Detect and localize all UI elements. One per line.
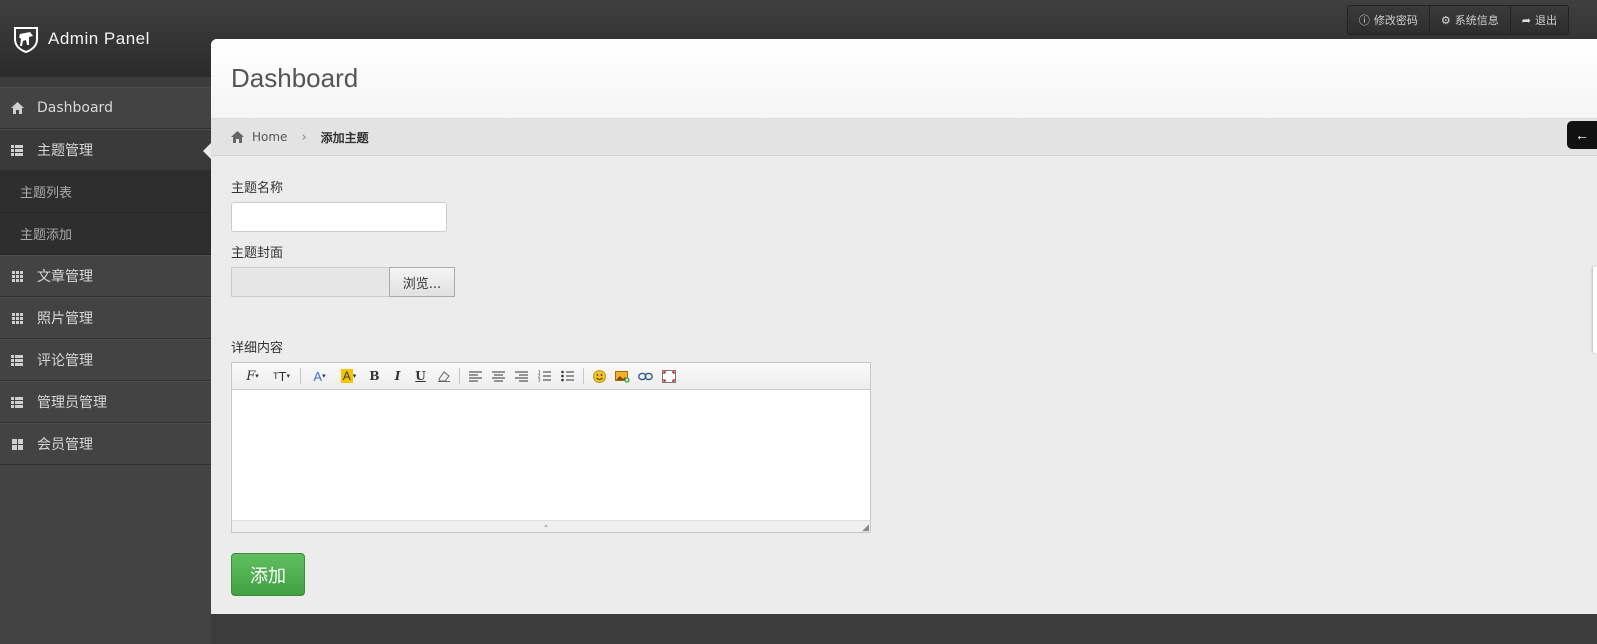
sidebar-subitem-topic-add[interactable]: 主题添加: [0, 213, 211, 255]
large-grid-icon: [10, 438, 24, 450]
breadcrumb-home-link[interactable]: Home: [252, 130, 287, 144]
resize-grip-icon[interactable]: ⩡: [544, 523, 548, 530]
sidebar-item-dashboard[interactable]: Dashboard: [0, 87, 211, 129]
bold-icon[interactable]: B: [363, 366, 386, 386]
topic-cover-file-input[interactable]: 浏览...: [231, 267, 871, 297]
underline-icon[interactable]: U: [409, 366, 432, 386]
link-icon[interactable]: [634, 366, 657, 386]
toolbar-divider: [459, 368, 460, 384]
svg-text:3: 3: [538, 378, 541, 383]
list-icon: [10, 144, 24, 156]
font-family-icon[interactable]: F ▾: [238, 366, 267, 386]
sidebar-subitem-label: 主题添加: [20, 228, 73, 243]
gear-icon: ⚙: [1440, 13, 1451, 27]
chevron-right-icon: ›: [301, 129, 307, 145]
rich-text-editor: F ▾ T T ▾ A ▾ A ▾ B I U 1 2 3 ⩡ ◢: [231, 362, 871, 533]
list-icon: [10, 396, 24, 408]
page-title: Dashboard: [231, 63, 359, 93]
editor-footer: ⩡ ◢: [232, 520, 870, 532]
breadcrumb-current: 添加主题: [320, 130, 369, 145]
align-left-icon[interactable]: [464, 366, 487, 386]
grid-icon: [10, 270, 24, 282]
change-password-button[interactable]: ⓘ 修改密码: [1348, 6, 1430, 34]
breadcrumb: Home › 添加主题: [211, 119, 1597, 156]
topic-cover-label: 主题封面: [231, 246, 284, 261]
home-icon: [10, 102, 24, 114]
file-name-display[interactable]: [231, 267, 389, 297]
arrow-left-icon: ←: [1575, 127, 1589, 143]
brand-title: Admin Panel: [48, 29, 150, 48]
toolbar-divider: [300, 368, 301, 384]
home-icon: [231, 131, 244, 143]
sidebar-item-comments[interactable]: 评论管理: [0, 339, 211, 381]
add-topic-form: 主题名称 主题封面 浏览... 详细内容 F ▾ T T ▾ A ▾ A ▾ B I U: [231, 177, 871, 596]
list-icon: [10, 354, 24, 366]
sidebar-item-topics[interactable]: 主题管理: [0, 129, 211, 171]
sidebar-item-label: 管理员管理: [37, 395, 107, 411]
emoticon-icon[interactable]: [588, 366, 611, 386]
add-button[interactable]: 添加: [231, 553, 305, 596]
topic-name-input[interactable]: [231, 202, 447, 232]
grid-icon: [10, 312, 24, 324]
sidebar-item-label: 文章管理: [37, 269, 93, 285]
sidebar-item-members[interactable]: 会员管理: [0, 423, 211, 465]
sidebar-subitem-label: 主题列表: [20, 186, 73, 201]
logout-button[interactable]: ➦ 退出: [1511, 6, 1568, 34]
toolbar-divider: [583, 368, 584, 384]
align-right-icon[interactable]: [510, 366, 533, 386]
brand[interactable]: Admin Panel: [12, 24, 150, 54]
logout-label: 退出: [1535, 14, 1557, 27]
ordered-list-icon[interactable]: 123: [533, 366, 556, 386]
fullscreen-icon[interactable]: [657, 366, 680, 386]
unordered-list-icon[interactable]: [556, 366, 579, 386]
italic-icon[interactable]: I: [386, 366, 409, 386]
system-info-button[interactable]: ⚙ 系统信息: [1430, 6, 1511, 34]
system-info-label: 系统信息: [1454, 14, 1499, 27]
sidebar-item-admins[interactable]: 管理员管理: [0, 381, 211, 423]
sidebar-item-label: Dashboard: [37, 100, 113, 116]
editor-toolbar: F ▾ T T ▾ A ▾ A ▾ B I U 1 2 3: [232, 363, 870, 390]
font-color-icon[interactable]: A ▾: [305, 366, 334, 386]
content-label: 详细内容: [231, 341, 284, 356]
sidebar-item-label: 评论管理: [37, 353, 93, 369]
align-center-icon[interactable]: [487, 366, 510, 386]
sidebar-item-photos[interactable]: 照片管理: [0, 297, 211, 339]
info-icon: ⓘ: [1358, 14, 1370, 27]
page-header: Dashboard: [211, 39, 1597, 119]
insert-image-icon[interactable]: [611, 366, 634, 386]
sidebar-item-label: 照片管理: [37, 311, 93, 327]
sidebar-item-articles[interactable]: 文章管理: [0, 255, 211, 297]
sidebar-item-label: 会员管理: [37, 437, 93, 453]
font-size-icon[interactable]: T T ▾: [267, 366, 296, 386]
sidebar: Dashboard 主题管理 主题列表 主题添加 文章管理 照片管理 评论管理 …: [0, 87, 211, 644]
highlight-color-icon[interactable]: A ▾: [334, 366, 363, 386]
top-actions: ⓘ 修改密码 ⚙ 系统信息 ➦ 退出: [1346, 5, 1569, 35]
sidebar-item-label: 主题管理: [37, 143, 93, 159]
topic-name-label: 主题名称: [231, 181, 284, 196]
horse-shield-icon: [14, 27, 38, 53]
sidebar-toggle-button[interactable]: ←: [1567, 121, 1597, 149]
share-arrow-icon: ➦: [1521, 13, 1531, 27]
sidebar-subitem-topic-list[interactable]: 主题列表: [0, 171, 211, 213]
resize-corner-icon[interactable]: ◢: [862, 523, 869, 532]
editor-content-area[interactable]: [232, 390, 870, 520]
eraser-icon[interactable]: [432, 366, 455, 386]
change-password-label: 修改密码: [1373, 14, 1418, 27]
main-content: Dashboard Home › 添加主题 ← 主题名称 主题封面 浏览... …: [211, 39, 1597, 614]
edge-tab[interactable]: [1593, 267, 1597, 353]
browse-button[interactable]: 浏览...: [389, 267, 455, 297]
